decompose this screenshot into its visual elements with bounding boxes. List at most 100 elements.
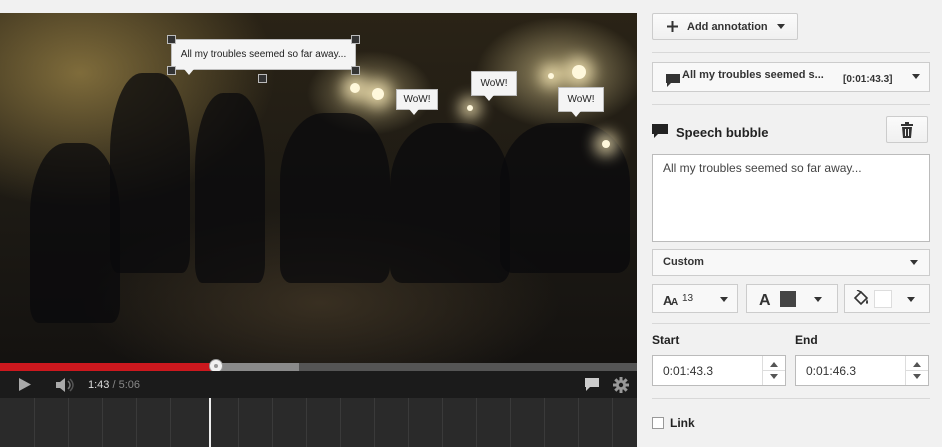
timeline-tick	[34, 398, 35, 447]
scene-figure	[280, 113, 390, 283]
divider	[652, 398, 930, 399]
divider	[652, 323, 930, 324]
annotations-toggle-button[interactable]	[582, 371, 602, 398]
chevron-down-icon	[720, 297, 728, 302]
trash-icon	[901, 121, 913, 138]
top-strip	[0, 0, 637, 13]
annotation-select-time: [0:01:43.3]	[843, 74, 893, 85]
timeline-tick	[340, 398, 341, 447]
street-light	[350, 83, 360, 93]
annotation-bubble-wow[interactable]: WoW!	[558, 87, 604, 117]
timeline-tick	[544, 398, 545, 447]
scene-figure	[390, 123, 510, 283]
end-time-value: 0:01:46.3	[806, 364, 857, 378]
speech-bubble-icon	[652, 124, 668, 138]
link-label[interactable]: Link	[670, 416, 695, 430]
text-size-icon: AA	[663, 293, 678, 306]
annotation-bubble-text: WoW!	[567, 94, 595, 105]
resize-handle[interactable]	[351, 35, 360, 44]
annotation-bubble-wow[interactable]: WoW!	[396, 89, 438, 115]
timeline-tick	[612, 398, 613, 447]
start-time-input[interactable]: 0:01:43.3	[652, 355, 786, 386]
annotation-bubble-text: All my troubles seemed so far away...	[180, 49, 347, 60]
timeline-tick	[102, 398, 103, 447]
stepper-arrows-icon	[763, 362, 785, 379]
annotation-select[interactable]: All my troubles seemed s... [0:01:43.3]	[652, 62, 930, 92]
stepper-arrows-icon	[906, 362, 928, 379]
annotation-text-input[interactable]: All my troubles seemed so far away...	[652, 154, 930, 242]
street-light	[602, 140, 610, 148]
duration: 5:06	[118, 378, 141, 391]
timeline-tick	[238, 398, 239, 447]
annotation-timeline[interactable]	[0, 398, 637, 447]
video-frame[interactable]: All my troubles seemed so far away... Wo…	[0, 13, 637, 363]
scene-figure	[110, 73, 190, 273]
progress-bar[interactable]	[0, 359, 637, 373]
end-time-stepper[interactable]	[905, 356, 928, 385]
speech-bubble-icon	[666, 74, 680, 87]
end-label: End	[795, 333, 818, 347]
plus-icon	[667, 21, 678, 32]
annotation-bubble-text: WoW!	[480, 78, 508, 89]
resize-handle[interactable]	[167, 66, 176, 75]
style-select[interactable]: Custom	[652, 249, 930, 276]
pointer-handle[interactable]	[258, 74, 267, 83]
chevron-down-icon	[814, 297, 822, 302]
timeline-tick	[306, 398, 307, 447]
street-light	[548, 73, 554, 79]
chevron-down-icon	[910, 260, 918, 265]
play-button[interactable]	[12, 371, 38, 398]
progress-played	[0, 363, 217, 371]
divider	[652, 52, 930, 53]
delete-annotation-button[interactable]	[886, 116, 928, 143]
scene-figure	[500, 123, 630, 273]
current-time: 1:43	[88, 378, 110, 391]
end-time-input[interactable]: 0:01:46.3	[795, 355, 929, 386]
text-color-icon: A	[759, 292, 771, 307]
annotation-bubble-selected[interactable]: All my troubles seemed so far away...	[171, 39, 356, 75]
time-separator: /	[109, 378, 119, 391]
settings-button[interactable]	[610, 371, 632, 398]
timeline-tick	[136, 398, 137, 447]
timeline-tick	[272, 398, 273, 447]
font-size-select[interactable]: AA 13	[652, 284, 738, 313]
street-light	[372, 88, 384, 100]
player-controls: 1:43 / 5:06	[0, 371, 637, 398]
timeline-tick	[476, 398, 477, 447]
resize-handle[interactable]	[167, 35, 176, 44]
timeline-tick	[374, 398, 375, 447]
section-title: Speech bubble	[676, 125, 769, 140]
chevron-down-icon	[907, 297, 915, 302]
text-color-select[interactable]: A	[746, 284, 838, 313]
scene-figure	[30, 143, 120, 323]
timeline-tick	[442, 398, 443, 447]
add-annotation-button[interactable]: Add annotation	[652, 13, 798, 40]
chevron-down-icon	[776, 24, 785, 29]
volume-button[interactable]	[52, 371, 78, 398]
timeline-playhead[interactable]	[209, 398, 211, 447]
resize-handle[interactable]	[351, 66, 360, 75]
street-light	[467, 105, 473, 111]
timeline-tick	[68, 398, 69, 447]
add-annotation-label: Add annotation	[687, 20, 768, 33]
timeline-tick	[170, 398, 171, 447]
volume-icon	[56, 377, 74, 392]
style-select-value: Custom	[663, 256, 704, 268]
start-time-stepper[interactable]	[762, 356, 785, 385]
start-label: Start	[652, 333, 680, 347]
timeline-tick	[408, 398, 409, 447]
scene-figure	[195, 93, 265, 283]
link-checkbox[interactable]	[652, 417, 664, 429]
annotation-editor-panel: Add annotation All my troubles seemed s.…	[637, 0, 942, 447]
text-color-swatch	[780, 291, 796, 307]
divider	[652, 104, 930, 105]
background-color-select[interactable]	[844, 284, 930, 313]
background-color-swatch	[874, 290, 892, 308]
font-size-value: 13	[682, 293, 694, 304]
annotation-bubble-text: WoW!	[403, 94, 431, 105]
speech-bubble-icon	[585, 378, 599, 391]
svg-text:A: A	[759, 292, 771, 307]
chevron-down-icon	[912, 74, 920, 79]
annotation-bubble-wow[interactable]: WoW!	[471, 71, 517, 101]
timeline-tick	[578, 398, 579, 447]
